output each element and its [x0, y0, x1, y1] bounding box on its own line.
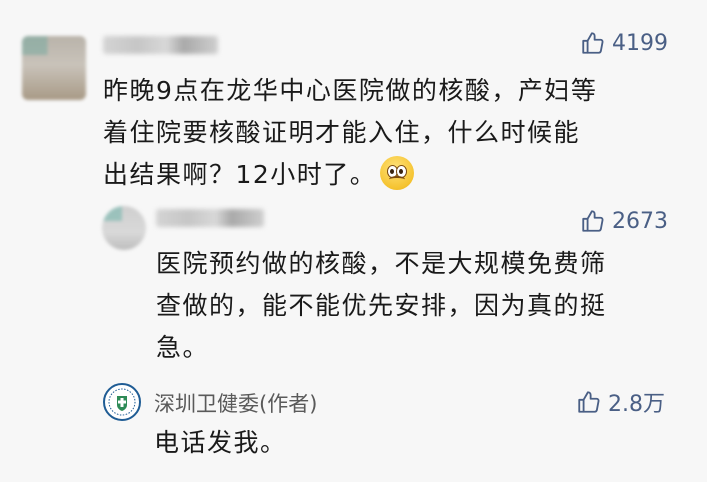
like-count: 2.8万: [608, 392, 665, 417]
logo-emblem-icon: [108, 388, 136, 416]
author-name[interactable]: 深圳卫健委(作者): [154, 388, 317, 418]
reply-line: 医院预约做的核酸，不是大规模免费筛: [156, 249, 607, 278]
like-count: 4199: [612, 30, 668, 56]
replier-avatar[interactable]: [102, 206, 146, 250]
thumbs-up-icon: [580, 30, 606, 56]
comment-line: 出结果啊？12小时了。: [103, 154, 693, 196]
thumbs-up-icon: [576, 389, 602, 415]
like-button[interactable]: 4199: [580, 30, 668, 56]
like-button[interactable]: 2673: [580, 208, 668, 234]
comment-line: 昨晚9点在龙华中心医院做的核酸，产妇等: [103, 76, 598, 105]
commenter-username[interactable]: [103, 36, 218, 54]
thumbs-up-icon: [580, 208, 606, 234]
commenter-avatar[interactable]: [22, 36, 86, 100]
like-count: 2673: [612, 208, 668, 234]
author-reply-text: 电话发我。: [154, 422, 654, 464]
comment-text: 昨晚9点在龙华中心医院做的核酸，产妇等 着住院要核酸证明才能入住，什么时候能 出…: [103, 70, 693, 196]
replier-username[interactable]: [156, 209, 264, 227]
reply-line: 查做的，能不能优先安排，因为真的挺: [156, 291, 607, 320]
reply-text: 医院预约做的核酸，不是大规模免费筛 查做的，能不能优先安排，因为真的挺 急。: [156, 243, 696, 369]
reply-line: 急。: [156, 333, 210, 362]
author-reply-line: 电话发我。: [154, 428, 287, 457]
shenzhen-health-commission-logo[interactable]: [103, 383, 141, 421]
worried-face-emoji: [380, 156, 415, 190]
comment-line: 着住院要核酸证明才能入住，什么时候能: [103, 118, 581, 147]
like-button[interactable]: 2.8万: [576, 386, 665, 418]
